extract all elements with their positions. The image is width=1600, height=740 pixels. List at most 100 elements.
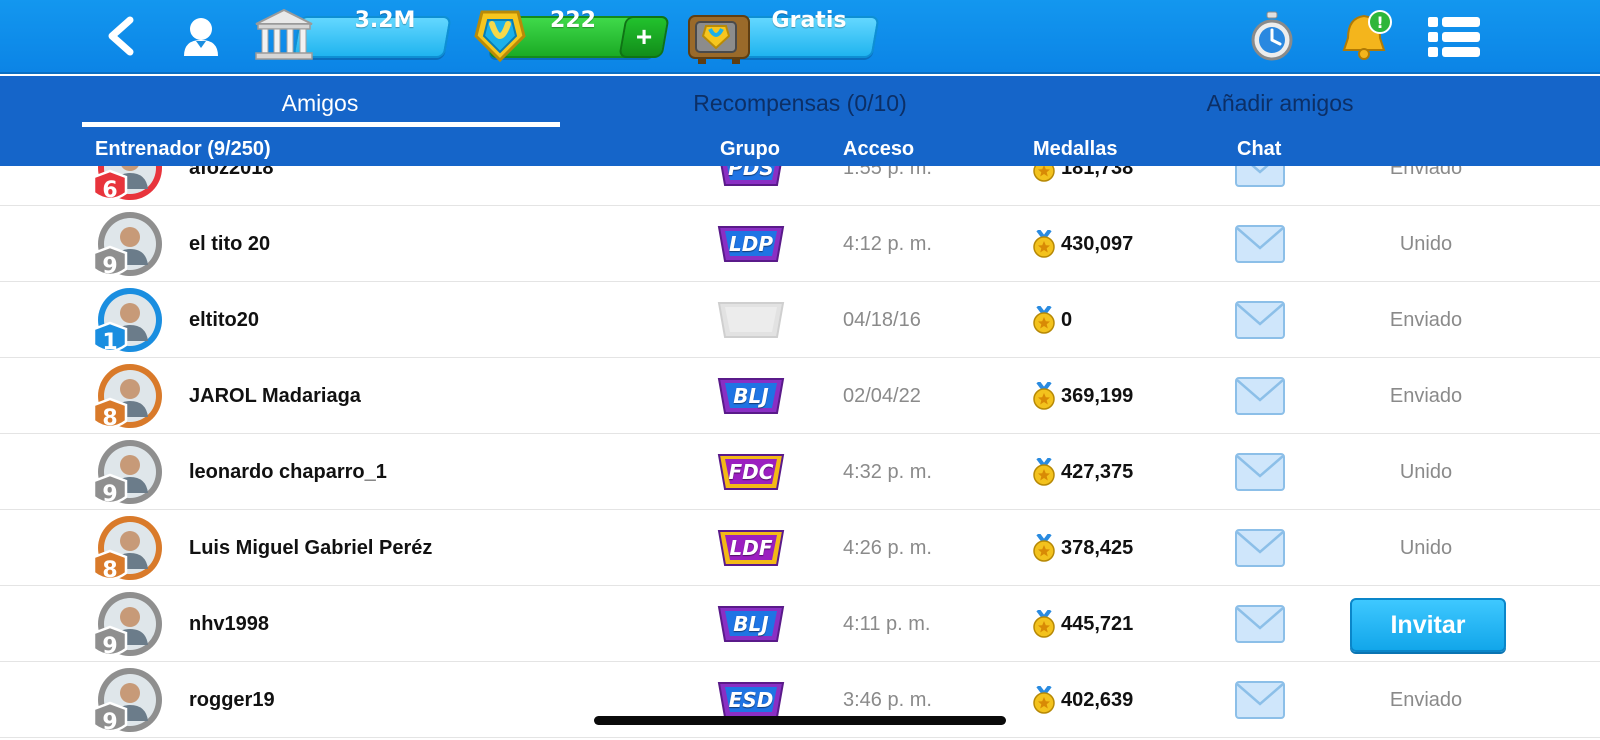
tabs-bar: Amigos Recompensas (0/10) Añadir amigos …	[0, 76, 1600, 166]
back-arrow-icon[interactable]	[100, 14, 144, 58]
last-access: 4:12 p. m.	[843, 233, 932, 255]
column-header-group: Grupo	[720, 138, 780, 160]
tab-rewards[interactable]: Recompensas (0/10)	[560, 76, 1040, 130]
player-level: 1	[102, 330, 117, 355]
friend-status: Enviado	[1389, 309, 1463, 331]
chat-envelope-icon[interactable]	[1234, 166, 1286, 190]
friend-status: Enviado	[1389, 385, 1463, 407]
player-name: rogger19	[189, 689, 275, 711]
invite-button[interactable]: Invitar	[1350, 598, 1506, 652]
last-access: 4:26 p. m.	[843, 537, 932, 559]
medals-count: 445,721	[1061, 613, 1134, 635]
player-avatar-icon: 8	[92, 364, 162, 431]
menu-list-icon[interactable]	[1426, 14, 1482, 60]
medals-count: 0	[1061, 309, 1073, 331]
stopwatch-icon[interactable]	[1250, 10, 1294, 62]
notification-bell-icon[interactable]: !	[1338, 8, 1394, 64]
player-level: 9	[102, 634, 117, 659]
group-badge-label: LDF	[729, 536, 773, 560]
home-indicator	[594, 716, 1006, 725]
friend-status: Unido	[1399, 461, 1453, 483]
player-name: leonardo chaparro_1	[189, 461, 387, 483]
friend-row[interactable]: 8 Luis Miguel Gabriel Peréz LDF 4:26 p. …	[0, 510, 1600, 586]
column-header-chat: Chat	[1237, 138, 1282, 160]
medals-count: 181,738	[1061, 166, 1134, 179]
group-badge-label: FDC	[728, 460, 774, 484]
column-header-access: Acceso	[843, 138, 915, 160]
player-name: Luis Miguel Gabriel Peréz	[189, 537, 433, 559]
last-access: 02/04/22	[843, 385, 921, 407]
friend-status: Unido	[1399, 233, 1453, 255]
medal-icon	[1033, 610, 1055, 638]
group-badge-label	[714, 299, 788, 341]
player-name: eltito20	[189, 309, 260, 331]
medal-icon	[1033, 382, 1055, 410]
last-access: 4:11 p. m.	[843, 613, 931, 635]
player-level: 8	[102, 406, 117, 431]
player-avatar-icon: 6	[92, 166, 162, 203]
medals-count: 427,375	[1061, 461, 1134, 483]
player-avatar-icon: 9	[92, 668, 162, 735]
player-level: 9	[102, 254, 117, 279]
medal-icon	[1033, 686, 1055, 714]
medal-icon	[1033, 166, 1055, 182]
tab-add-friends[interactable]: Añadir amigos	[1040, 76, 1520, 130]
group-badge-label: ESD	[728, 688, 774, 712]
last-access: 04/18/16	[843, 309, 921, 331]
player-level: 6	[102, 178, 117, 203]
player-avatar-icon: 1	[92, 288, 162, 355]
group-badge-label: PDS	[728, 166, 774, 180]
notification-badge: !	[1376, 13, 1383, 32]
friend-row[interactable]: 9 leonardo chaparro_1 FDC 4:32 p. m. 427…	[0, 434, 1600, 510]
chat-envelope-icon[interactable]	[1234, 374, 1286, 418]
friend-row[interactable]: 6 afoz2018 PDS 1:55 p. m. 181,738 Enviad…	[0, 166, 1600, 206]
medal-icon	[1033, 458, 1055, 486]
top-bar: 3.2M 222 + Gratis !	[0, 0, 1600, 74]
free-coins-label: Gratis	[771, 8, 847, 33]
player-avatar-icon: 9	[92, 212, 162, 279]
buy-coins-plus-label[interactable]: +	[622, 16, 666, 58]
friend-status: Enviado	[1389, 689, 1463, 711]
player-avatar-icon: 9	[92, 592, 162, 659]
active-tab-indicator	[82, 122, 560, 127]
chat-envelope-icon[interactable]	[1234, 298, 1286, 342]
player-level: 8	[102, 558, 117, 583]
friends-list: 6 afoz2018 PDS 1:55 p. m. 181,738 Enviad…	[0, 166, 1600, 740]
friend-status: Enviado	[1389, 166, 1463, 179]
chat-envelope-icon[interactable]	[1234, 222, 1286, 266]
chat-envelope-icon[interactable]	[1234, 602, 1286, 646]
bank-balance-value: 3.2M	[354, 8, 416, 33]
player-avatar-icon: 8	[92, 516, 162, 583]
chat-envelope-icon[interactable]	[1234, 526, 1286, 570]
column-header-medals: Medallas	[1033, 138, 1118, 160]
medal-icon	[1033, 230, 1055, 258]
group-badge-label: BLJ	[733, 612, 769, 636]
medals-count: 378,425	[1061, 537, 1134, 559]
friend-row[interactable]: 9 rogger19 ESD 3:46 p. m. 402,639 Enviad…	[0, 662, 1600, 738]
column-header-coach: Entrenador (9/250)	[95, 138, 271, 160]
friend-status: Unido	[1399, 537, 1453, 559]
coins-balance-value: 222	[550, 8, 596, 33]
player-level: 9	[102, 710, 117, 735]
player-name: JAROL Madariaga	[189, 385, 361, 407]
friend-row[interactable]: 9 nhv1998 BLJ 4:11 p. m. 445,721 Invitar	[0, 586, 1600, 662]
medal-icon	[1033, 306, 1055, 334]
player-name: afoz2018	[189, 166, 274, 179]
coin-icon	[474, 10, 526, 63]
player-level: 9	[102, 482, 117, 507]
medals-count: 369,199	[1061, 385, 1134, 407]
group-badge-label: LDP	[728, 232, 773, 256]
profile-icon[interactable]	[178, 14, 224, 60]
friend-row[interactable]: 9 el tito 20 LDP 4:12 p. m. 430,097 Unid…	[0, 206, 1600, 282]
last-access: 4:32 p. m.	[843, 461, 932, 483]
friend-row[interactable]: 1 eltito20 04/18/16 0 Enviado	[0, 282, 1600, 358]
bank-building-icon	[255, 8, 313, 60]
medal-icon	[1033, 534, 1055, 562]
chat-envelope-icon[interactable]	[1234, 450, 1286, 494]
friend-row[interactable]: 8 JAROL Madariaga BLJ 02/04/22 369,199 E…	[0, 358, 1600, 434]
player-name: nhv1998	[189, 613, 270, 635]
player-name: el tito 20	[189, 233, 271, 255]
chat-envelope-icon[interactable]	[1234, 678, 1286, 722]
last-access: 3:46 p. m.	[843, 689, 932, 711]
medals-count: 430,097	[1061, 233, 1134, 255]
